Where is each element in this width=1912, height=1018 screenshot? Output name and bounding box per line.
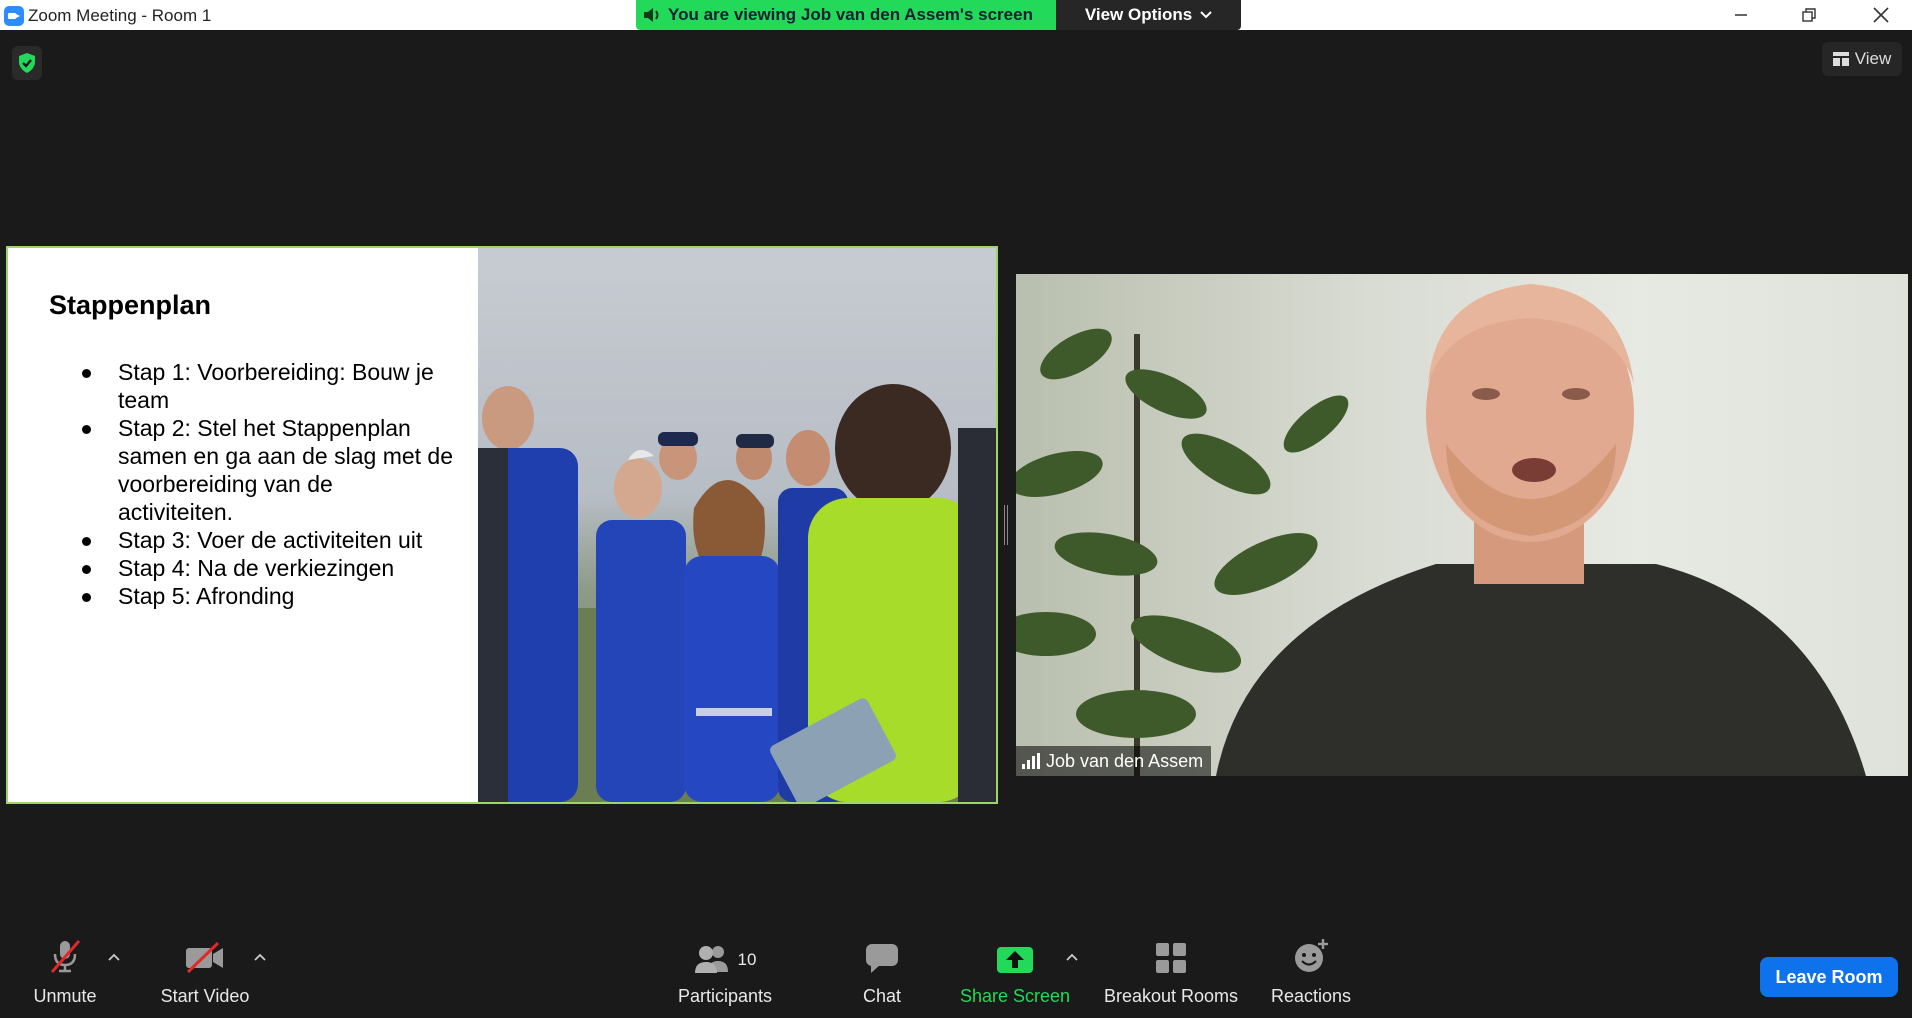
video-options-caret[interactable] — [252, 950, 268, 964]
view-label: View — [1854, 49, 1892, 68]
zoom-app-icon — [4, 6, 24, 26]
start-video-button[interactable]: Start Video — [154, 928, 256, 1018]
participants-count: 10 — [737, 950, 757, 969]
restore-button[interactable] — [1786, 0, 1832, 30]
unmute-label: Unmute — [33, 986, 97, 1006]
slide-bullet: Stap 2: Stel het Stappenplan samen en ga… — [74, 414, 454, 526]
slide-bullet: Stap 4: Na de verkiezingen — [74, 554, 454, 582]
window-title: Zoom Meeting - Room 1 — [28, 6, 212, 25]
zoom-window: Zoom Meeting - Room 1 You are viewing Jo… — [0, 0, 1912, 1018]
participant-name-tag: Job van den Assem — [1016, 746, 1212, 776]
chevron-up-icon — [254, 953, 266, 961]
reactions-label: Reactions — [1270, 986, 1352, 1006]
grid-view-icon — [1832, 52, 1849, 66]
breakout-rooms-icon — [1156, 943, 1186, 973]
breakout-rooms-label: Breakout Rooms — [1103, 986, 1239, 1006]
view-options-label: View Options — [1084, 5, 1193, 24]
microphone-muted-icon — [50, 940, 81, 973]
split-view-divider[interactable] — [1003, 505, 1009, 545]
close-icon — [1873, 7, 1889, 23]
view-layout-button[interactable]: View — [1822, 42, 1902, 76]
share-screen-label: Share Screen — [959, 986, 1071, 1006]
meeting-toolbar: Unmute Start Video 10 Participants Chat … — [0, 928, 1912, 1018]
slide-bullet-list: Stap 1: Voorbereiding: Bouw je team Stap… — [74, 358, 454, 610]
chat-bubble-icon — [866, 944, 898, 973]
leave-room-button[interactable]: Leave Room — [1760, 957, 1898, 997]
minimize-button[interactable] — [1718, 0, 1764, 30]
audio-options-caret[interactable] — [106, 950, 122, 964]
slide-bullet: Stap 5: Afronding — [74, 582, 454, 610]
viewing-banner-text: You are viewing Job van den Assem's scre… — [668, 5, 1033, 24]
chat-label: Chat — [862, 986, 902, 1006]
viewing-banner: You are viewing Job van den Assem's scre… — [636, 0, 1056, 30]
breakout-rooms-button[interactable]: Breakout Rooms — [1100, 928, 1242, 1018]
reactions-smiley-icon — [1295, 939, 1328, 972]
slide-bullet: Stap 3: Voer de activiteiten uit — [74, 526, 454, 554]
chevron-down-icon — [1200, 11, 1212, 19]
group-photo-illustration — [478, 384, 996, 802]
chevron-up-icon — [1066, 953, 1078, 961]
chevron-up-icon — [108, 953, 120, 961]
minimize-icon — [1735, 14, 1747, 16]
reactions-button[interactable]: Reactions — [1265, 928, 1357, 1018]
start-video-label: Start Video — [160, 986, 250, 1006]
participants-icon — [694, 946, 728, 973]
share-screen-button[interactable]: Share Screen — [955, 928, 1075, 1018]
participants-label: Participants — [677, 986, 773, 1006]
close-button[interactable] — [1858, 0, 1904, 30]
shield-check-icon — [19, 53, 35, 73]
video-camera-off-icon — [186, 941, 223, 974]
share-options-caret[interactable] — [1064, 950, 1080, 964]
slide-bullet: Stap 1: Voorbereiding: Bouw je team — [74, 358, 454, 414]
security-button[interactable] — [12, 46, 42, 80]
participant-video-tile[interactable]: Job van den Assem — [1016, 274, 1908, 776]
unmute-button[interactable]: Unmute — [22, 928, 108, 1018]
view-options-button[interactable]: View Options — [1056, 0, 1241, 30]
shared-screen[interactable]: Stappenplan Stap 1: Voorbereiding: Bouw … — [6, 246, 998, 804]
participant-video-feed — [1016, 284, 1866, 776]
signal-strength-icon — [1022, 753, 1040, 769]
slide-title: Stappenplan — [49, 290, 212, 320]
speaker-icon — [644, 8, 659, 22]
restore-icon — [1802, 8, 1816, 22]
chat-button[interactable]: Chat — [842, 928, 922, 1018]
participant-name: Job van den Assem — [1046, 750, 1204, 771]
slide-photo-group-volunteers — [478, 248, 996, 802]
participants-button[interactable]: 10 Participants — [670, 928, 780, 1018]
share-screen-arrow-icon — [997, 947, 1033, 973]
